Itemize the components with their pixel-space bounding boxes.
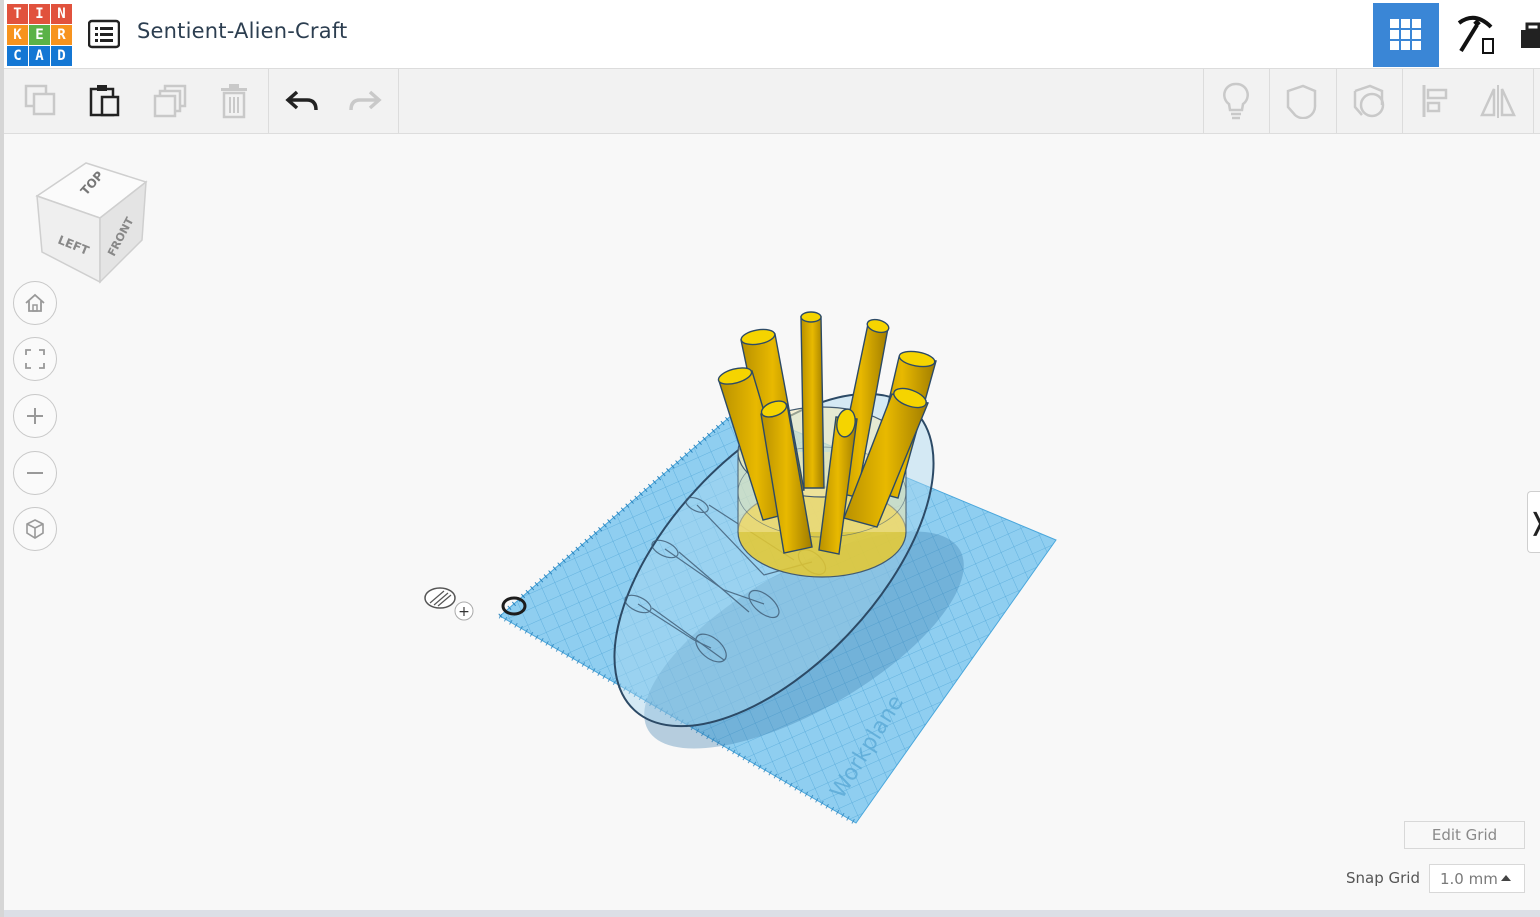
list-icon[interactable] <box>87 19 121 49</box>
toolbar-divider <box>1203 69 1204 133</box>
edit-grid-button[interactable]: Edit Grid <box>1404 821 1525 849</box>
logo-letter: K <box>7 25 28 45</box>
toolbar-divider <box>1336 69 1337 133</box>
logo-letter: I <box>29 4 50 24</box>
paste-icon[interactable] <box>82 69 128 133</box>
delete-icon[interactable] <box>211 69 257 133</box>
pickaxe-icon[interactable] <box>1443 3 1507 67</box>
zoom-in-icon <box>27 408 43 424</box>
toolbar-divider <box>268 69 269 133</box>
briefcase-icon[interactable] <box>1512 3 1540 67</box>
caret-up-icon[interactable] <box>1501 875 1511 881</box>
lightbulb-icon[interactable] <box>1212 69 1260 133</box>
mirror-icon[interactable] <box>1474 69 1522 133</box>
grid-view-icon[interactable] <box>1373 3 1439 67</box>
logo-letter: T <box>7 4 28 24</box>
tinkercad-logo[interactable]: TIN KER CAD <box>7 4 72 66</box>
toolbar-divider <box>1402 69 1403 133</box>
zoom-in-button[interactable] <box>13 394 57 438</box>
logo-letter: A <box>29 46 50 66</box>
view-cube[interactable]: TOP LEFT FRONT <box>34 160 154 285</box>
copy-icon[interactable] <box>18 69 64 133</box>
logo-letter: N <box>51 4 72 24</box>
top-header: TIN KER CAD Sentient-Alien-Craft <box>4 0 1540 69</box>
fit-view-icon <box>25 349 45 369</box>
peg[interactable] <box>800 311 825 489</box>
3d-scene[interactable]: Workplane + <box>4 0 1540 917</box>
toolbar <box>4 69 1540 134</box>
shape-solid-icon[interactable] <box>1278 69 1326 133</box>
window-bottom-edge <box>4 910 1540 917</box>
svg-text:+: + <box>458 604 470 620</box>
align-icon[interactable] <box>1411 69 1459 133</box>
duplicate-icon[interactable] <box>147 69 193 133</box>
snap-grid-label: Snap Grid <box>1346 869 1420 887</box>
perspective-icon <box>26 519 44 539</box>
home-icon <box>25 293 45 312</box>
toolbar-divider <box>1533 69 1534 133</box>
perspective-button[interactable] <box>13 507 57 551</box>
toolbar-divider <box>398 69 399 133</box>
shape-hole-icon[interactable] <box>1345 69 1393 133</box>
tinkercad-app: Workplane + T I N K E R C A D Sentient-A… <box>0 0 1540 917</box>
fit-view-button[interactable] <box>13 337 57 381</box>
undo-icon[interactable] <box>279 69 325 133</box>
zoom-out-icon <box>27 472 43 474</box>
logo-letter: R <box>51 25 72 45</box>
ruler-tool-icon[interactable]: + <box>424 587 474 621</box>
logo-letter: C <box>7 46 28 66</box>
shapes-panel-toggle[interactable]: ❭ <box>1527 491 1540 553</box>
toolbar-divider <box>1269 69 1270 133</box>
design-title[interactable]: Sentient-Alien-Craft <box>137 19 347 43</box>
redo-icon[interactable] <box>342 69 388 133</box>
home-view-button[interactable] <box>13 281 57 325</box>
logo-letter: E <box>29 25 50 45</box>
zoom-out-button[interactable] <box>13 451 57 495</box>
logo-letter: D <box>51 46 72 66</box>
